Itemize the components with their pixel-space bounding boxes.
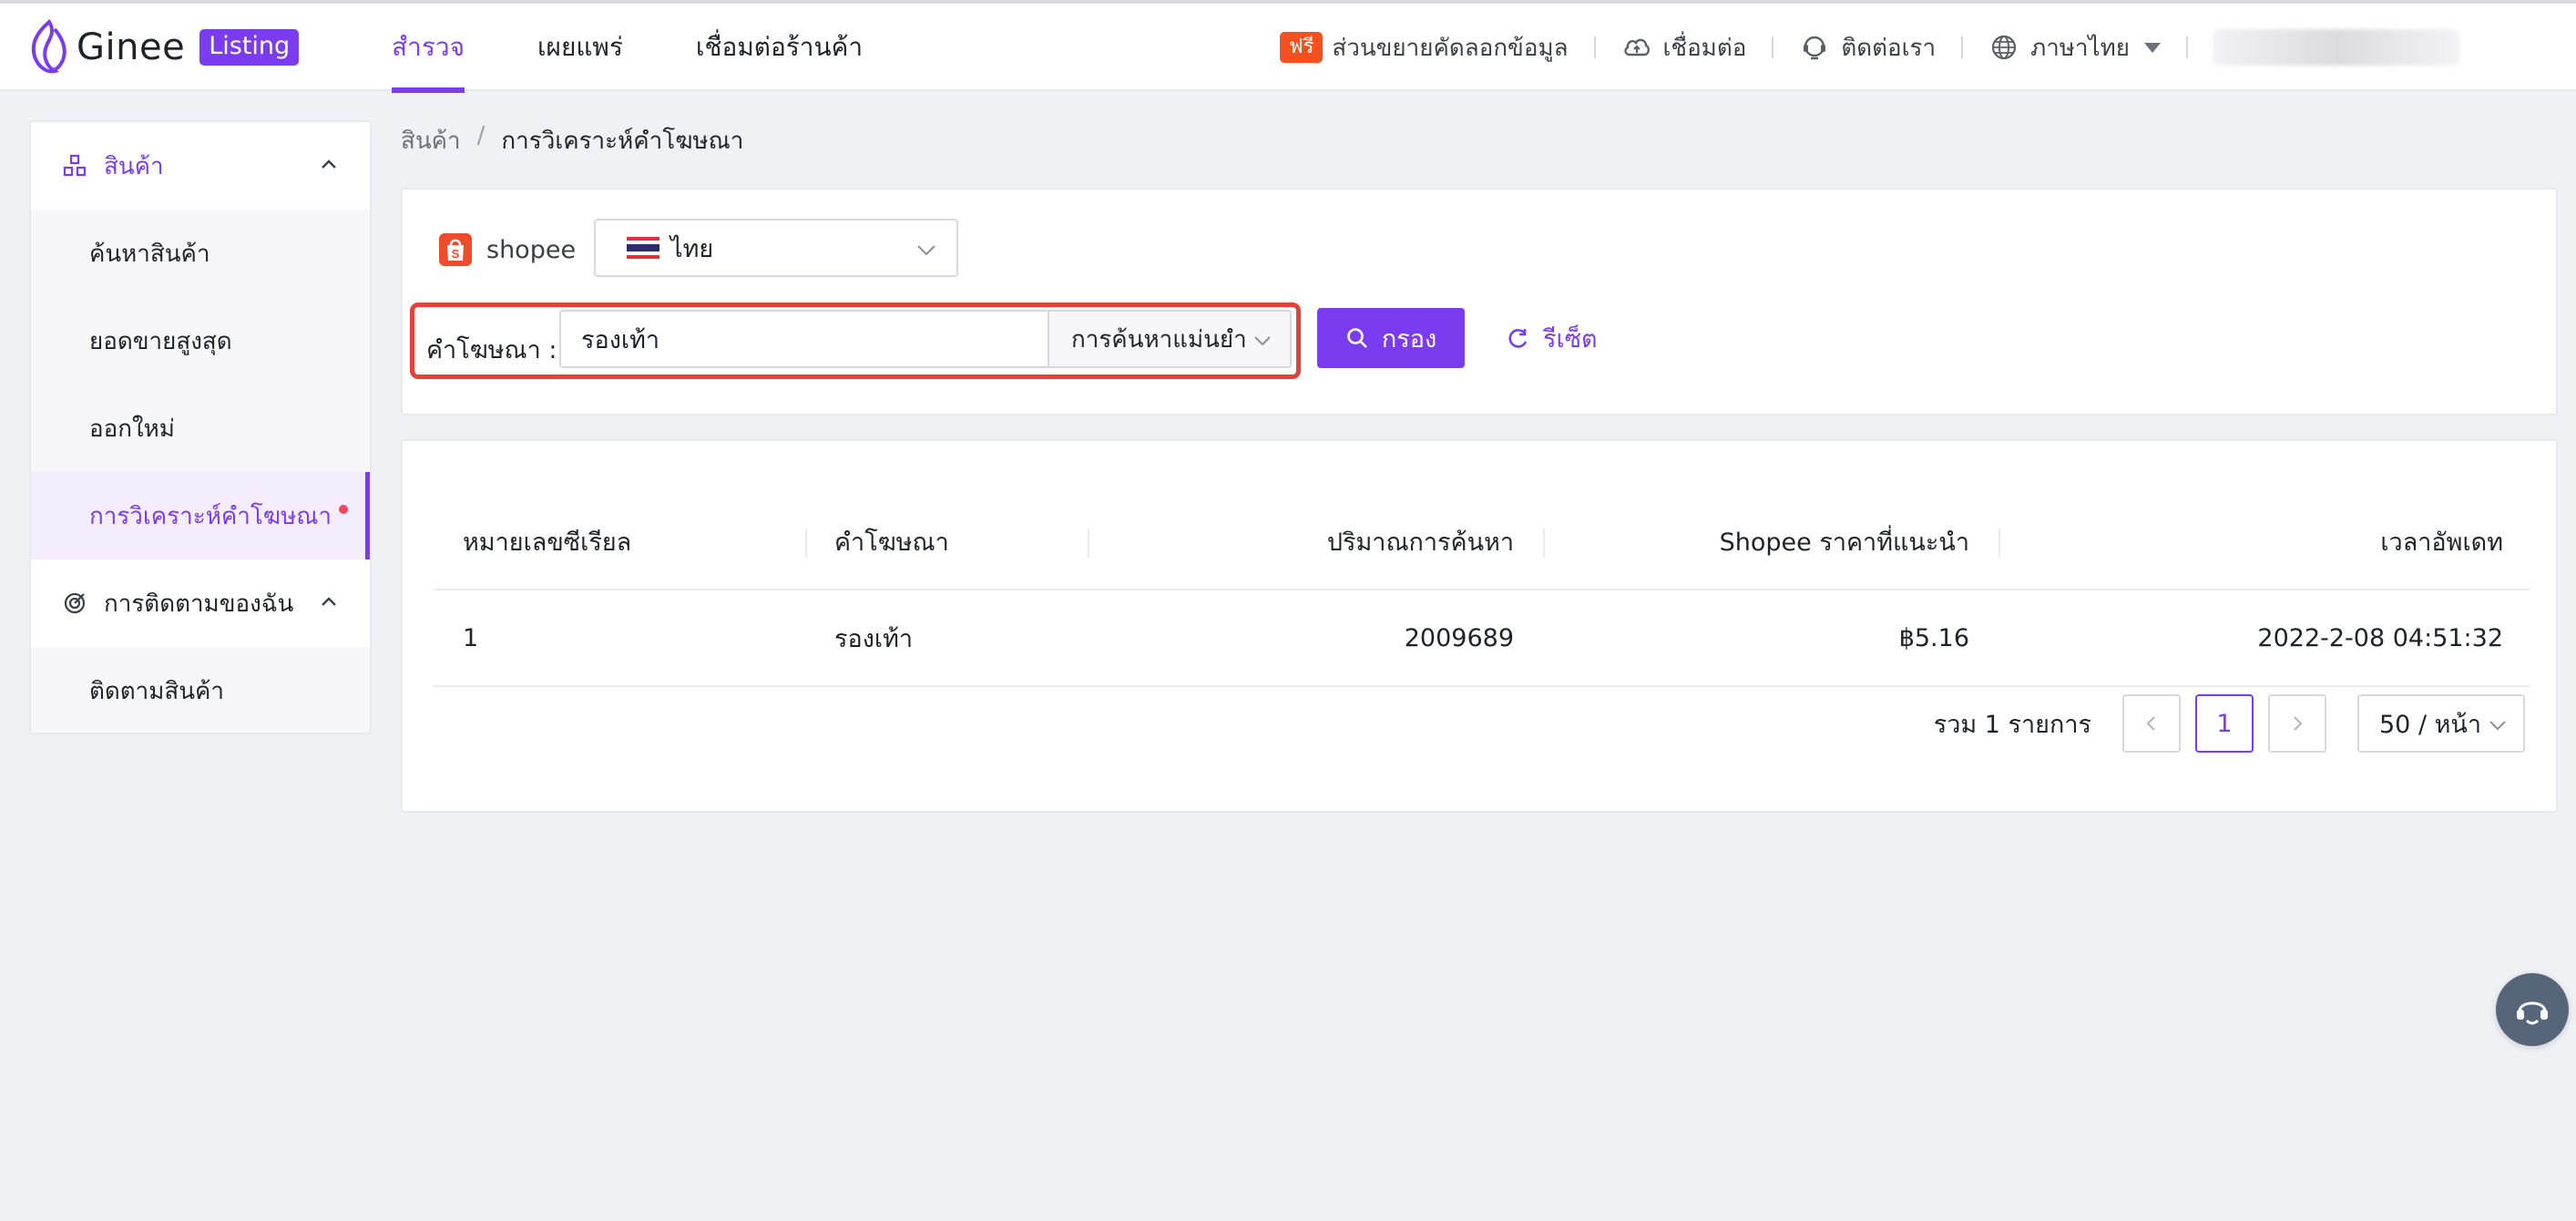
- chevron-up-icon: [322, 597, 336, 606]
- language-label: ภาษาไทย: [2030, 34, 2130, 62]
- results-table: หมายเลขซีเรียล คำโฆษณา ปริมาณการค้นหา Sh…: [434, 494, 2530, 687]
- platform-label: shopee: [486, 235, 577, 264]
- cell-suggested-price: ฿5.16: [1898, 623, 1969, 652]
- chevron-down-icon: [1254, 336, 1271, 346]
- page-size-value: 50 / หน้า: [2379, 710, 2482, 739]
- page-number-button[interactable]: 1: [2195, 694, 2254, 753]
- country-select[interactable]: ไทย: [594, 219, 958, 277]
- prev-page-button[interactable]: [2122, 694, 2181, 753]
- ginee-logo-icon: [31, 18, 66, 74]
- col-header-updated-time: เวลาอัพเดท: [1998, 494, 2530, 589]
- nav-publish[interactable]: เผยแพร่: [537, 4, 623, 91]
- col-header-search-volume: ปริมาณการค้นหา: [1088, 494, 1543, 589]
- cloud-icon: [1623, 38, 1650, 56]
- cell-keyword: รองเท้า: [834, 624, 914, 653]
- sidebar-item-search-products[interactable]: ค้นหาสินค้า: [31, 210, 370, 297]
- filter-button-label: กรอง: [1381, 324, 1437, 354]
- filter-panel: S shopee ไทย คำโฆษณา : การค้นหาแม่นยำ กร…: [401, 188, 2558, 416]
- divider: [1772, 36, 1774, 58]
- sidebar-group-products[interactable]: สินค้า: [31, 122, 370, 210]
- breadcrumb-current: การวิเคราะห์คำโฆษณา: [501, 128, 744, 155]
- caret-down-icon: [2144, 42, 2161, 53]
- brand-badge: Listing: [199, 29, 300, 66]
- divider: [2186, 36, 2188, 58]
- brand-name: Ginee: [77, 26, 186, 68]
- breadcrumb: สินค้า / การวิเคราะห์คำโฆษณา: [401, 122, 743, 159]
- cell-serial: 1: [463, 623, 479, 652]
- results-panel: หมายเลขซีเรียล คำโฆษณา ปริมาณการค้นหา Sh…: [401, 439, 2558, 813]
- sidebar-item-top-sales[interactable]: ยอดขายสูงสุด: [31, 297, 370, 385]
- sidebar-group-label: การติดตามของฉัน: [104, 590, 294, 618]
- cell-search-volume: 2009689: [1404, 623, 1514, 652]
- contact-us-link[interactable]: ติดต่อเรา: [1799, 29, 1936, 67]
- target-icon: [64, 592, 86, 614]
- chevron-up-icon: [322, 159, 336, 169]
- cell-updated-time: 2022-2-08 04:51:32: [2257, 623, 2503, 652]
- brand-logo[interactable]: Ginee Listing: [27, 18, 300, 77]
- pagination-total: รวม 1 รายการ: [1933, 710, 2091, 739]
- nav-explore[interactable]: สำรวจ: [392, 4, 465, 93]
- chevron-left-icon: [2146, 716, 2155, 731]
- sidebar-item-label: ยอดขายสูงสุด: [89, 327, 232, 355]
- sidebar-item-track-products[interactable]: ติดตามสินค้า: [31, 647, 370, 733]
- chevron-down-icon: [2489, 721, 2506, 731]
- nav-connect-store[interactable]: เชื่อมต่อร้านค้า: [696, 4, 863, 91]
- col-header-keyword: คำโฆษณา: [805, 494, 1088, 589]
- col-header-serial: หมายเลขซีเรียล: [463, 528, 632, 557]
- keyword-input[interactable]: [559, 310, 1049, 368]
- table-header: หมายเลขซีเรียล คำโฆษณา ปริมาณการค้นหา Sh…: [434, 494, 2530, 590]
- free-extension-label: ส่วนขยายคัดลอกข้อมูล: [1332, 34, 1569, 62]
- reset-button[interactable]: รีเซ็ต: [1507, 308, 1598, 368]
- search-icon: [1347, 328, 1367, 348]
- chevron-right-icon: [2294, 716, 2303, 731]
- match-type-select[interactable]: การค้นหาแม่นยำ: [1048, 310, 1292, 368]
- sidebar-group-label: สินค้า: [104, 152, 164, 180]
- next-page-button[interactable]: [2268, 694, 2326, 753]
- connect-label: เชื่อมต่อ: [1662, 34, 1747, 62]
- shopee-icon: S: [439, 233, 472, 266]
- sidebar-item-new-release[interactable]: ออกใหม่: [31, 385, 370, 472]
- sidebar-item-label: ติดตามสินค้า: [89, 677, 225, 705]
- divider: [1961, 36, 1964, 58]
- top-header: Ginee Listing สำรวจ เผยแพร่ เชื่อมต่อร้า…: [0, 4, 2576, 93]
- platform-indicator: S shopee: [437, 230, 576, 270]
- free-badge: ฟรี: [1280, 32, 1324, 63]
- headset-icon: [1804, 36, 1826, 60]
- notification-dot: [338, 505, 348, 514]
- main-nav: สำรวจ เผยแพร่ เชื่อมต่อร้านค้า: [392, 4, 935, 93]
- sidebar: สินค้า ค้นหาสินค้า ยอดขายสูงสุด ออกใหม่ …: [29, 120, 372, 734]
- sidebar-item-label: ค้นหาสินค้า: [89, 240, 210, 268]
- breadcrumb-root[interactable]: สินค้า: [401, 122, 461, 159]
- country-value: ไทย: [670, 234, 714, 263]
- reset-button-label: รีเซ็ต: [1543, 324, 1598, 354]
- globe-icon: [1991, 35, 2017, 60]
- header-actions: ฟรี ส่วนขยายคัดลอกข้อมูล เชื่อมต่อ ติดต่…: [1280, 4, 2459, 91]
- svg-text:S: S: [452, 247, 460, 261]
- headset-icon: [2517, 1001, 2548, 1025]
- table-row: 1 รองเท้า 2009689 ฿5.16 2022-2-08 04:51:…: [434, 590, 2530, 687]
- product-icon: [63, 154, 87, 177]
- col-header-suggested-price: Shopee ราคาที่แนะนำ: [1543, 494, 1998, 589]
- free-extension-link[interactable]: ฟรี ส่วนขยายคัดลอกข้อมูล: [1280, 29, 1569, 67]
- customer-support-button[interactable]: [2496, 973, 2569, 1046]
- page-size-select[interactable]: 50 / หน้า: [2357, 694, 2525, 753]
- filter-button[interactable]: กรอง: [1317, 308, 1465, 368]
- keyword-label: คำโฆษณา :: [426, 336, 557, 364]
- match-type-value: การค้นหาแม่นยำ: [1071, 325, 1247, 354]
- pagination: รวม 1 รายการ 1 50 / หน้า: [1934, 694, 2525, 753]
- sidebar-item-label: ออกใหม่: [89, 415, 175, 443]
- breadcrumb-separator: /: [476, 122, 486, 149]
- language-selector[interactable]: ภาษาไทย: [1988, 29, 2161, 67]
- connect-link[interactable]: เชื่อมต่อ: [1621, 29, 1747, 67]
- user-account-redacted[interactable]: [2213, 29, 2459, 66]
- sidebar-item-keyword-analysis[interactable]: การวิเคราะห์คำโฆษณา: [31, 472, 370, 559]
- divider: [1593, 36, 1596, 58]
- sidebar-group-my-tracking[interactable]: การติดตามของฉัน: [31, 559, 370, 647]
- contact-us-label: ติดต่อเรา: [1841, 34, 1937, 62]
- sidebar-item-label: การวิเคราะห์คำโฆษณา: [89, 502, 332, 530]
- refresh-icon: [1508, 329, 1528, 348]
- chevron-down-icon: [917, 245, 935, 256]
- thailand-flag-icon: [627, 237, 659, 259]
